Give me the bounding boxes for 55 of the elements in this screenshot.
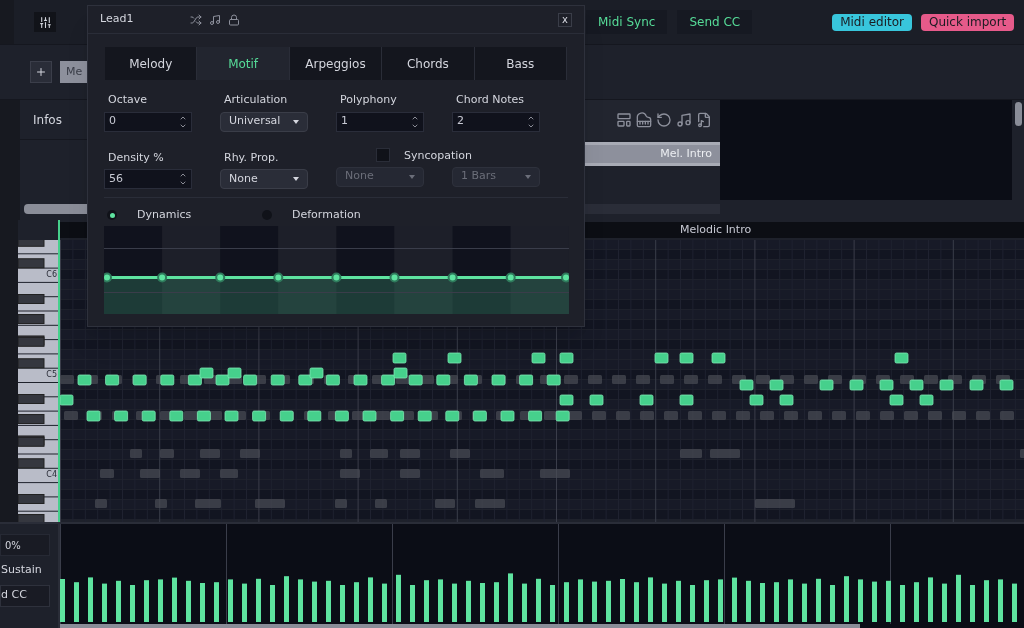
number-field[interactable]: 0 [104,111,192,132]
caret-icon [525,174,531,179]
lane-label: Sustain [0,562,43,578]
toolbar-button[interactable]: Midi Sync [586,10,668,34]
field-label: Polyphony [339,92,398,108]
lane-button[interactable]: d CC [0,584,50,607]
layout-icon [616,112,632,128]
horizontal-scrollbar[interactable] [60,624,860,628]
field-label: Chord Notes [455,92,525,108]
tab[interactable]: Arpeggios [289,47,383,80]
stepper-icon[interactable] [179,171,187,187]
field-label: Density % [107,149,165,166]
vertical-scrollbar[interactable] [1014,102,1022,126]
plus-icon [35,66,47,78]
mixer-button[interactable] [34,12,56,32]
dropdown[interactable]: None [220,169,308,189]
close-button[interactable]: x [558,12,572,27]
piano-keyboard-drawing[interactable] [18,240,58,522]
syncopation-checkbox[interactable] [376,147,390,162]
tab[interactable]: Bass [474,47,568,80]
note-icon [676,112,692,128]
caret-icon [293,177,299,181]
sliders-icon [38,15,52,29]
dynamics-curve-drawing[interactable] [104,226,569,314]
tab[interactable]: Motif [197,47,290,80]
field-label: Syncopation [404,148,473,165]
radio-button[interactable] [107,210,117,220]
note-icon [209,13,221,26]
number-field[interactable]: 56 [104,169,192,189]
loop-icon [656,112,672,128]
key-label: C6 [46,270,57,280]
infos-label: Infos [33,111,62,129]
lock-icon [228,13,240,26]
caret-icon [293,119,299,124]
key-label: C4 [46,470,57,480]
caret-icon [409,174,415,179]
dropdown[interactable]: Universal [220,111,308,132]
tab[interactable]: Chords [382,47,475,80]
key-label: C5 [46,370,57,380]
mode-label: Dynamics [137,206,192,223]
add-button[interactable] [30,61,52,83]
value-field[interactable]: 0% [0,534,50,556]
mode-label: Deformation [292,206,361,223]
toolbar-button[interactable]: Midi editor [832,13,912,31]
field-label: Articulation [223,92,289,108]
piano-icon [636,112,652,128]
number-field[interactable]: 2 [452,111,540,132]
music-file-icon [696,112,712,128]
shuffle-icon [190,13,202,26]
number-field[interactable]: 1 [336,111,424,132]
dialog-title: Lead1 [100,11,135,28]
field-label: Rhy. Prop. [223,149,280,166]
toolbar-button[interactable]: Quick import [920,13,1015,31]
toolbar-button[interactable]: Send CC [677,10,753,34]
field-label: Octave [107,92,149,108]
